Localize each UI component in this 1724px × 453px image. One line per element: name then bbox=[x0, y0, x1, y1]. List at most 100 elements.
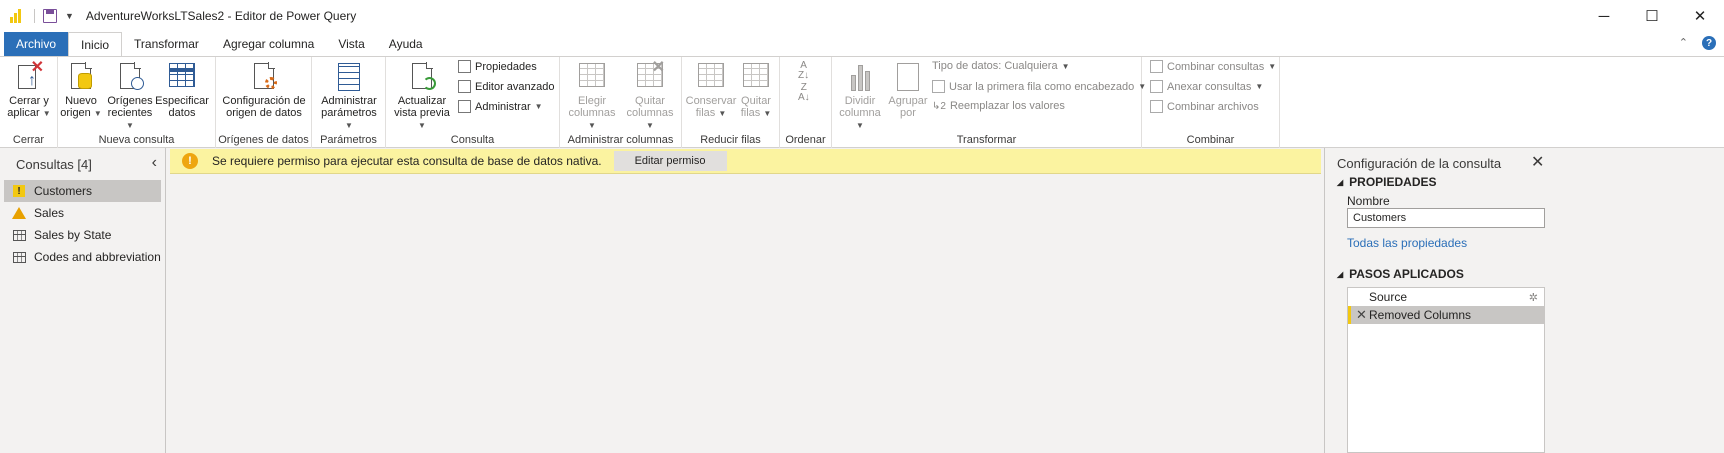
close-apply-button[interactable]: ✕ ↑ Cerrar y aplicar ▼ bbox=[6, 60, 52, 120]
group-administrar-columnas: Elegir columnas ▼ ✕ Quitar columnas ▼ Ad… bbox=[560, 57, 682, 149]
collapse-triangle-icon: ◢ bbox=[1337, 177, 1344, 187]
replace-values-button[interactable]: ↳2 Reemplazar los valores bbox=[932, 100, 1065, 112]
use-first-row-header-button[interactable]: Usar la primera fila como encabezado ▼ bbox=[932, 80, 1146, 93]
replace-values-label: Reemplazar los valores bbox=[949, 100, 1065, 112]
manage-label: Administrar bbox=[475, 100, 531, 113]
enter-data-label-2: datos bbox=[168, 107, 196, 119]
use-first-row-header-icon bbox=[932, 80, 945, 93]
split-column-icon bbox=[845, 61, 875, 93]
tab-archivo[interactable]: Archivo bbox=[4, 32, 69, 56]
append-queries-icon bbox=[1150, 80, 1163, 93]
banner-message: Se requiere permiso para ejecutar esta c… bbox=[212, 154, 602, 168]
refresh-icon bbox=[407, 61, 437, 93]
keep-rows-label-2: filas bbox=[695, 107, 716, 119]
query-item-sales-by-state[interactable]: Sales by State bbox=[4, 224, 161, 246]
enter-data-icon bbox=[167, 61, 197, 93]
collapse-pane-icon[interactable]: ‹ bbox=[152, 154, 157, 172]
properties-button[interactable]: Propiedades bbox=[458, 60, 537, 73]
step-removed-columns[interactable]: ✕ Removed Columns bbox=[1348, 306, 1544, 324]
manage-parameters-button[interactable]: Administrar parámetros ▼ bbox=[316, 61, 382, 132]
split-column-label-1: Dividir bbox=[844, 95, 876, 107]
data-source-settings-label-2: origen de datos bbox=[226, 107, 302, 119]
sort-ascending-icon[interactable]: A Z↓ bbox=[798, 61, 809, 81]
help-icon[interactable]: ? bbox=[1702, 36, 1716, 50]
maximize-button[interactable]: ☐ bbox=[1628, 0, 1676, 32]
remove-columns-button[interactable]: ✕ Quitar columnas ▼ bbox=[622, 60, 678, 132]
new-source-button[interactable]: Nuevo origen ▼ bbox=[60, 61, 102, 120]
query-item-codes[interactable]: Codes and abbreviations... bbox=[4, 246, 161, 268]
enter-data-label-1: Especificar bbox=[155, 95, 209, 107]
group-by-button[interactable]: Agrupar por bbox=[886, 61, 930, 119]
group-combinar: Combinar consultas ▼ Anexar consultas ▼ … bbox=[1142, 57, 1280, 149]
quick-access-dropdown-icon[interactable]: ▼ bbox=[65, 11, 74, 21]
group-label-cerrar: Cerrar bbox=[12, 134, 45, 146]
keep-rows-button[interactable]: Conservar filas ▼ bbox=[686, 61, 736, 120]
split-column-button[interactable]: Dividir columna ▼ bbox=[834, 61, 886, 132]
delete-step-icon[interactable]: ✕ bbox=[1356, 307, 1367, 323]
choose-columns-label-2: columnas bbox=[568, 107, 616, 119]
minimize-button[interactable]: ─ bbox=[1580, 0, 1628, 32]
tab-inicio[interactable]: Inicio bbox=[68, 32, 123, 56]
query-label: Customers bbox=[34, 184, 93, 198]
use-first-row-header-label: Usar la primera fila como encabezado bbox=[949, 80, 1135, 93]
remove-rows-icon bbox=[741, 61, 771, 93]
warning-icon: ! bbox=[182, 153, 198, 169]
applied-steps-section-header[interactable]: ◢ PASOS APLICADOS bbox=[1337, 267, 1464, 281]
recent-sources-button[interactable]: Orígenes recientes ▼ bbox=[104, 61, 156, 132]
refresh-preview-button[interactable]: Actualizar vista previa ▼ bbox=[390, 61, 454, 132]
query-item-customers[interactable]: ! Customers bbox=[4, 180, 161, 202]
choose-columns-icon bbox=[577, 61, 607, 93]
properties-section-header[interactable]: ◢ PROPIEDADES bbox=[1337, 175, 1437, 189]
data-type-dropdown[interactable]: Tipo de datos: Cualquiera ▼ bbox=[932, 60, 1069, 72]
remove-rows-label-1: Quitar bbox=[741, 95, 771, 107]
ribbon: ✕ ↑ Cerrar y aplicar ▼ Cerrar Nuevo orige… bbox=[0, 56, 1724, 149]
choose-columns-button[interactable]: Elegir columnas ▼ bbox=[564, 61, 620, 132]
query-settings-title: Configuración de la consulta bbox=[1337, 156, 1502, 171]
enter-data-button[interactable]: Especificar datos bbox=[155, 61, 209, 119]
append-queries-button[interactable]: Anexar consultas ▼ bbox=[1150, 80, 1263, 93]
close-button[interactable]: ✕ bbox=[1676, 0, 1724, 32]
query-name-input[interactable] bbox=[1347, 208, 1545, 228]
gear-icon[interactable]: ✲ bbox=[1529, 291, 1538, 304]
ribbon-tabs: Archivo Inicio Transformar Agregar colum… bbox=[0, 32, 1724, 56]
query-item-sales[interactable]: Sales bbox=[4, 202, 161, 224]
new-source-icon bbox=[66, 61, 96, 93]
save-icon[interactable] bbox=[43, 9, 57, 23]
sort-descending-icon[interactable]: Z A↓ bbox=[798, 83, 810, 103]
recent-sources-label-1: Orígenes bbox=[107, 95, 153, 107]
manage-parameters-label-2: parámetros bbox=[321, 107, 377, 119]
applied-steps-header-label: PASOS APLICADOS bbox=[1349, 267, 1464, 281]
query-label: Codes and abbreviations... bbox=[34, 250, 161, 264]
replace-values-icon: ↳2 bbox=[932, 100, 946, 112]
queries-pane: Consultas [4] ‹ ! Customers Sales Sales … bbox=[0, 148, 166, 453]
advanced-editor-button[interactable]: Editor avanzado bbox=[458, 80, 555, 93]
tab-agregar-columna[interactable]: Agregar columna bbox=[211, 32, 326, 56]
group-label-nueva-consulta: Nueva consulta bbox=[98, 134, 175, 146]
close-apply-label-2: aplicar bbox=[7, 107, 40, 119]
manage-button[interactable]: Administrar ▼ bbox=[458, 100, 543, 113]
merge-queries-button[interactable]: Combinar consultas ▼ bbox=[1150, 60, 1276, 73]
divider bbox=[34, 9, 35, 23]
tab-vista[interactable]: Vista bbox=[326, 32, 376, 56]
edit-permission-button[interactable]: Editar permiso bbox=[613, 151, 727, 171]
combine-files-button[interactable]: Combinar archivos bbox=[1150, 100, 1259, 113]
group-label-ordenar: Ordenar bbox=[785, 134, 826, 146]
split-column-label-2: columna bbox=[839, 107, 881, 119]
tab-transformar[interactable]: Transformar bbox=[122, 32, 211, 56]
table-icon bbox=[12, 228, 26, 242]
all-properties-link[interactable]: Todas las propiedades bbox=[1347, 236, 1467, 250]
close-pane-icon[interactable]: ✕ bbox=[1531, 152, 1544, 172]
remove-columns-label-2: columnas bbox=[626, 107, 674, 119]
title-bar: ▼ AdventureWorksLTSales2 - Editor de Pow… bbox=[0, 0, 1724, 32]
collapse-ribbon-icon[interactable]: ⌃ bbox=[1679, 36, 1688, 50]
query-settings-pane: Configuración de la consulta ✕ ◢ PROPIED… bbox=[1324, 148, 1724, 453]
tab-ayuda[interactable]: Ayuda bbox=[377, 32, 435, 56]
data-source-settings-button[interactable]: Configuración de origen de datos bbox=[218, 61, 310, 119]
advanced-editor-label: Editor avanzado bbox=[475, 80, 555, 93]
group-label-combinar: Combinar bbox=[1186, 134, 1235, 146]
remove-rows-button[interactable]: Quitar filas ▼ bbox=[736, 61, 776, 120]
step-source[interactable]: Source ✲ bbox=[1348, 288, 1544, 306]
close-apply-label-1: Cerrar y bbox=[9, 95, 49, 107]
warning-square-icon: ! bbox=[12, 184, 26, 198]
advanced-editor-icon bbox=[458, 80, 471, 93]
